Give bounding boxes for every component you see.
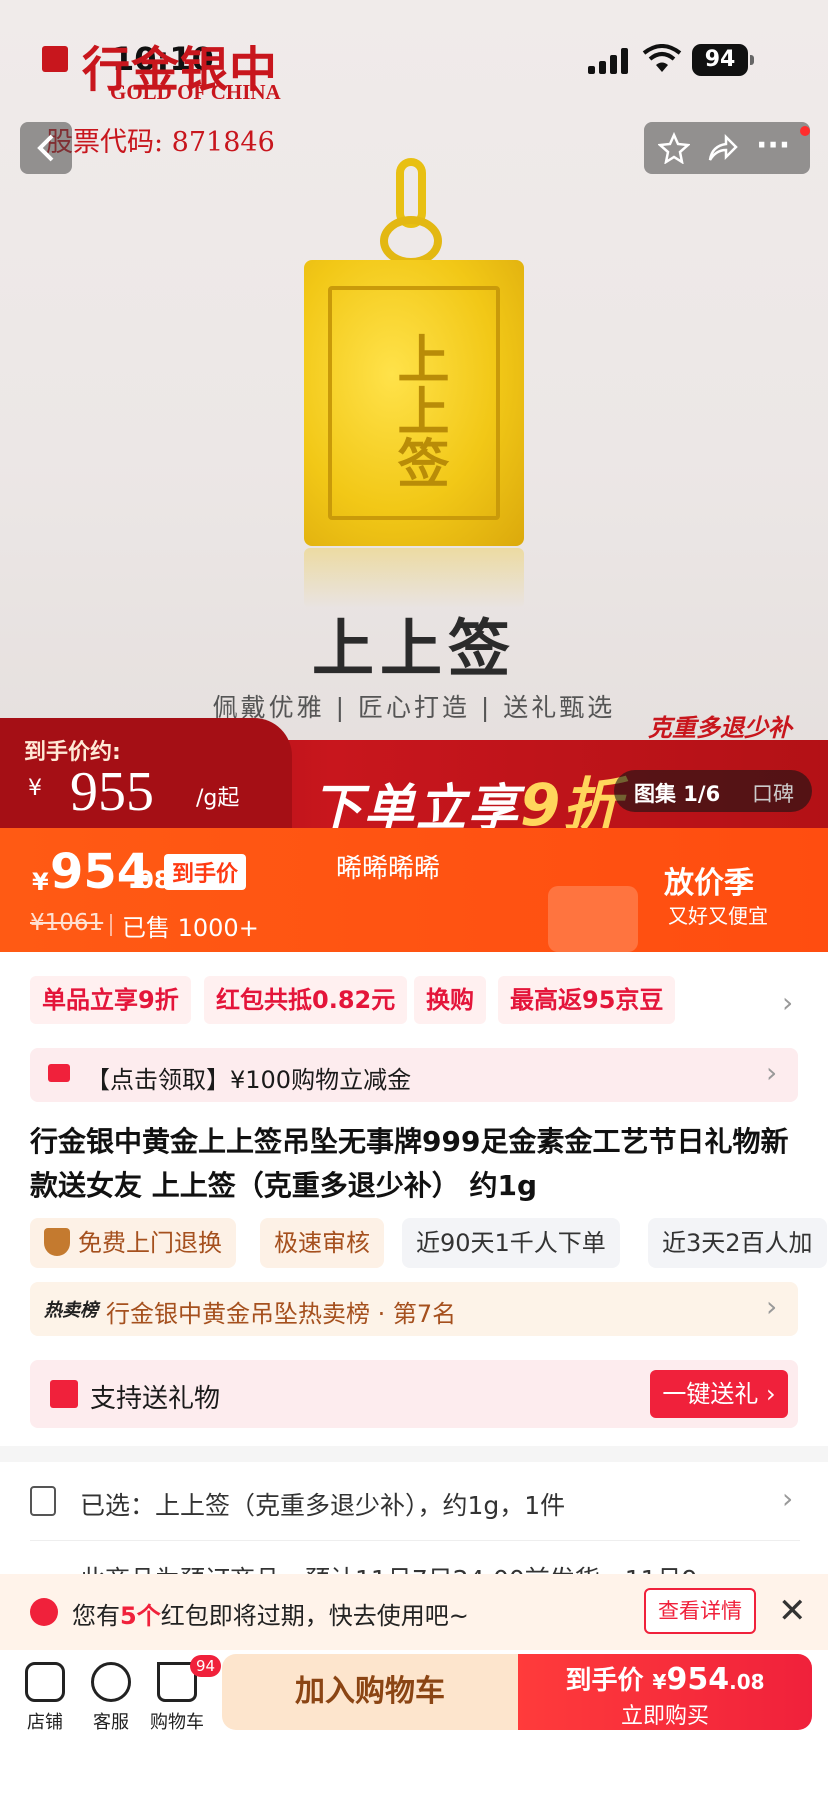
- bottom-action-bar: 店铺 客服 94 购物车 加入购物车 到手价 ¥954.08 立即购买: [0, 1650, 828, 1800]
- add-to-cart-button[interactable]: 加入购物车: [222, 1654, 518, 1730]
- buy-now-button[interactable]: 到手价 ¥954.08 立即购买: [518, 1654, 812, 1730]
- cellular-signal-icon: [588, 48, 630, 74]
- wifi-icon: [642, 44, 682, 72]
- product-title: 行金银中黄金上上签吊坠无事牌999足金素金工艺节日礼物新款送女友 上上签（克重多…: [30, 1125, 789, 1202]
- back-button[interactable]: [20, 122, 72, 174]
- store-button[interactable]: 店铺: [10, 1662, 80, 1734]
- gift-icon: [50, 1380, 78, 1408]
- close-icon[interactable]: ✕: [778, 1594, 807, 1628]
- discount-promo: 下单立享9折: [312, 771, 623, 828]
- ranking-bar[interactable]: 热卖榜 行金银中黄金吊坠热卖榜 · 第7名 ›: [30, 1282, 798, 1336]
- hero-price-tag: 到手价约: ¥ 955 /g起: [0, 718, 292, 828]
- shield-icon: [44, 1228, 70, 1256]
- weight-badge: 克重多退少补: [648, 714, 792, 742]
- hot-rank-logo: 热卖榜: [44, 1300, 98, 1321]
- store-icon: [25, 1662, 65, 1702]
- cart-count-badge: 94: [190, 1655, 222, 1677]
- promo-chip[interactable]: 最高返95京豆: [498, 976, 676, 1024]
- customer-service-button[interactable]: 客服: [76, 1662, 146, 1734]
- divider: [110, 914, 112, 936]
- promo-chip[interactable]: 单品立享9折: [30, 976, 191, 1024]
- gift-bar: 支持送礼物 一键送礼 ›: [30, 1360, 798, 1428]
- final-price-tag: 到手价: [164, 854, 247, 890]
- view-details-button[interactable]: 查看详情: [644, 1588, 756, 1634]
- sale-slogan: 又好又便宜: [668, 904, 768, 928]
- service-tag-recent: 近3天2百人加: [648, 1218, 827, 1268]
- banner-caption: 晞晞晞晞: [336, 854, 441, 884]
- gallery-switcher[interactable]: 图集 1/6 口碑: [614, 770, 812, 812]
- favorite-star-icon[interactable]: [657, 131, 691, 168]
- promo-chip[interactable]: 换购: [414, 976, 486, 1024]
- brand-emblem-icon: [42, 46, 68, 72]
- battery-indicator: 94: [692, 44, 754, 76]
- card-icon: [48, 1064, 70, 1082]
- chevron-right-icon: ›: [766, 1290, 778, 1323]
- chevron-left-icon: [37, 134, 54, 162]
- coupon-claim-bar[interactable]: 【点击领取】¥100购物立减金 ›: [30, 1048, 798, 1102]
- send-gift-button[interactable]: 一键送礼 ›: [650, 1370, 788, 1418]
- pendant-image: 上上签: [296, 150, 532, 620]
- promo-chip[interactable]: 红包共抵0.82元: [204, 976, 408, 1024]
- chevron-right-icon[interactable]: ›: [782, 986, 793, 1019]
- chevron-right-icon: ›: [766, 1056, 778, 1089]
- share-icon[interactable]: [706, 132, 738, 168]
- selected-spec-row[interactable]: 已选：上上签（克重多退少补），约1g，1件 ›: [30, 1472, 800, 1532]
- red-packet-toast: 您有5个红包即将过期，快去使用吧~ 查看详情 ✕: [0, 1574, 828, 1650]
- brand-logo: 行金银中 GOLD OF CHINA: [38, 28, 298, 104]
- reviews-tab[interactable]: 口碑: [752, 778, 794, 808]
- price-banner: ¥ 954 .08 到手价 ¥1061 已售 1000+ 晞晞晞晞 放价季 又好…: [0, 828, 828, 952]
- service-tag-review: 极速审核: [260, 1218, 384, 1268]
- gallery-tab[interactable]: 图集 1/6: [634, 778, 720, 808]
- luggage-icon: [548, 886, 638, 952]
- cart-button[interactable]: 94 购物车: [142, 1655, 222, 1734]
- notification-dot: [800, 126, 810, 136]
- sold-count: 已售 1000+: [122, 914, 259, 942]
- service-tag-orders: 近90天1千人下单: [402, 1218, 620, 1268]
- stock-code: 股票代码: 871846: [46, 127, 275, 158]
- service-tag-return: 免费上门退换: [30, 1218, 236, 1268]
- chevron-right-icon: ›: [782, 1482, 794, 1515]
- hero-product-name: 上上签: [311, 612, 516, 685]
- product-image-carousel[interactable]: 10:10 94 行金银中 GOLD OF CHINA 股票代码: 871846…: [0, 0, 828, 828]
- spec-icon: [30, 1486, 56, 1516]
- divider: [30, 1540, 800, 1541]
- sale-season-title: 放价季: [664, 866, 754, 901]
- more-options-icon[interactable]: ···: [756, 128, 790, 163]
- chat-icon: [91, 1662, 131, 1702]
- pendant-engraving: 上上签: [388, 332, 449, 488]
- section-divider: [0, 1446, 828, 1462]
- header-actions: ···: [644, 122, 810, 174]
- cart-icon: 94: [157, 1655, 222, 1702]
- original-price: ¥1061: [30, 910, 104, 936]
- clock-alert-icon: [30, 1598, 58, 1626]
